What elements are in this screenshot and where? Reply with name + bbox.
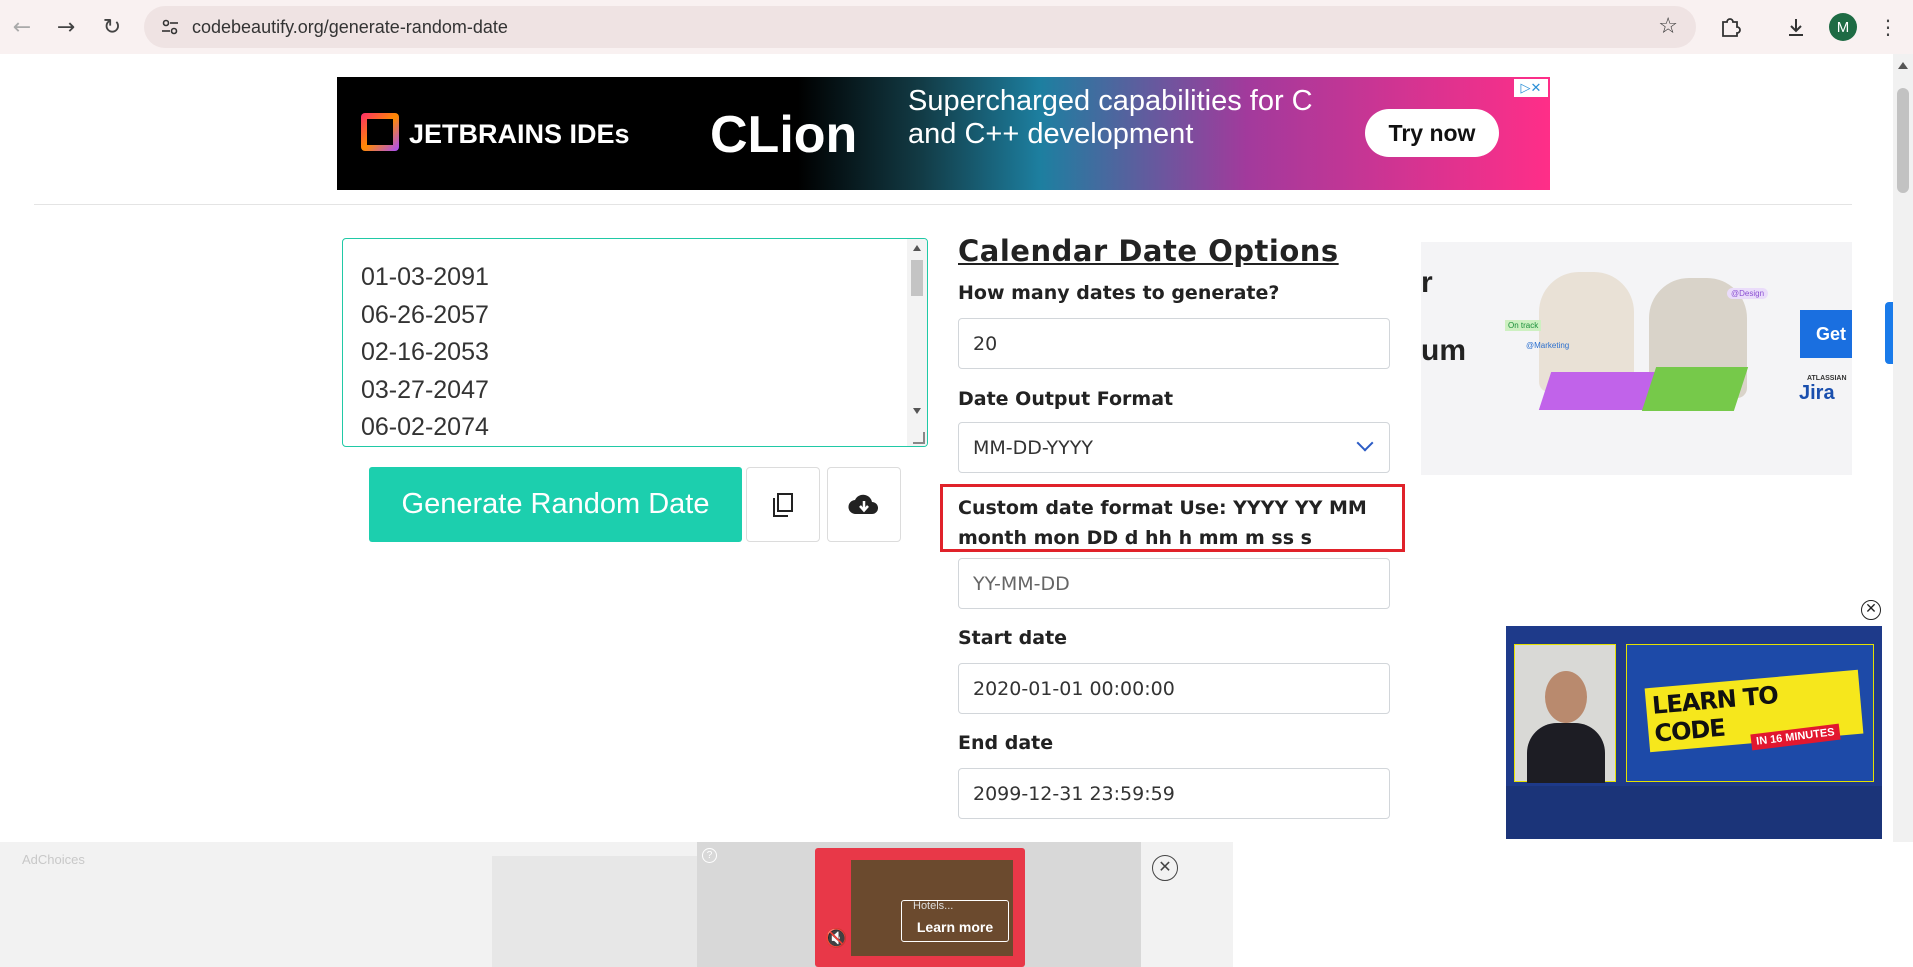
url-text[interactable]: codebeautify.org/generate-random-date xyxy=(192,17,508,38)
profile-avatar[interactable]: M xyxy=(1829,13,1857,41)
start-date-label: Start date xyxy=(958,627,1068,649)
end-date-input[interactable]: 2099-12-31 23:59:59 xyxy=(958,768,1390,819)
scrollbar-thumb[interactable] xyxy=(1897,88,1909,193)
ad-brand: JETBRAINS IDEs xyxy=(409,119,630,149)
jetbrains-logo-icon xyxy=(361,113,399,151)
side-ad-tag-3: @Design xyxy=(1727,288,1769,299)
output-textarea[interactable]: 01-03-2091 06-26-2057 02-16-2053 03-27-2047… xyxy=(342,238,928,447)
side-ad-tag-2: @Marketing xyxy=(1526,341,1570,350)
side-ad-tag: On track xyxy=(1505,320,1542,331)
generated-dates-list: 01-03-2091 06-26-2057 02-16-2053 03-27-2047… xyxy=(361,259,489,446)
back-icon[interactable]: ← xyxy=(6,11,38,43)
forward-icon[interactable]: → xyxy=(50,11,82,43)
copy-button[interactable] xyxy=(746,467,820,542)
bottom-ad-close-icon[interactable]: ✕ xyxy=(1152,855,1178,881)
jira-logo: Jira xyxy=(1799,382,1835,404)
extensions-icon[interactable] xyxy=(1714,11,1746,43)
page-scrollbar[interactable] xyxy=(1893,54,1913,967)
scroll-up-arrow-icon[interactable] xyxy=(1898,62,1908,69)
side-ad-text-fragment-2: um xyxy=(1421,334,1466,367)
generated-date-item: 01-03-2091 xyxy=(361,263,489,291)
learn-more-button[interactable]: Learn more xyxy=(901,900,1009,942)
ad-info-icon[interactable]: ? xyxy=(702,848,717,863)
textarea-scroll-thumb[interactable] xyxy=(911,260,923,296)
atlassian-label: ATLASSIAN xyxy=(1807,375,1847,382)
video-thumbnail: LEARN TO CODE IN 16 MINUTES xyxy=(1626,644,1874,782)
menu-kebab-icon[interactable]: ⋮ xyxy=(1872,11,1904,43)
format-label: Date Output Format xyxy=(958,388,1174,410)
count-input[interactable]: 20 xyxy=(958,318,1390,369)
custom-format-input[interactable]: YY-MM-DD xyxy=(958,558,1390,609)
options-title: Calendar Date Options xyxy=(958,234,1339,268)
video-ad-close-icon[interactable]: ✕ xyxy=(1861,600,1881,620)
format-select-value: MM-DD-YYYY xyxy=(973,436,1093,459)
bottom-ad-image xyxy=(492,856,697,967)
hotel-ad-card[interactable]: Hotels... Learn more 🔇 xyxy=(815,848,1025,967)
scroll-down-arrow-icon[interactable] xyxy=(913,408,921,414)
presenter-webcam-image xyxy=(1514,644,1616,783)
bottom-right-area xyxy=(1233,842,1913,967)
download-icon[interactable] xyxy=(1780,11,1812,43)
reload-icon[interactable]: ↻ xyxy=(96,11,128,43)
ad-product: CLion xyxy=(710,106,858,164)
ad-try-now-button[interactable]: Try now xyxy=(1365,109,1499,157)
adchoices-label[interactable]: AdChoices xyxy=(22,852,85,867)
generated-date-item: 06-02-2074 xyxy=(361,413,489,441)
side-ad-text-fragment: r xyxy=(1421,266,1433,299)
start-date-input[interactable]: 2020-01-01 00:00:00 xyxy=(958,663,1390,714)
video-background xyxy=(1506,786,1882,839)
custom-format-label: Custom date format Use: YYYY YY MM month… xyxy=(940,484,1405,552)
presenter-body xyxy=(1527,723,1605,783)
resize-handle-icon[interactable] xyxy=(913,432,925,444)
copy-icon xyxy=(773,492,793,517)
generated-date-item: 02-16-2053 xyxy=(361,338,489,366)
side-banner-ad[interactable]: r um On track @Marketing @Design Get ATL… xyxy=(1421,242,1852,475)
header-divider xyxy=(34,204,1852,205)
cloud-download-icon xyxy=(848,494,878,514)
address-bar[interactable]: codebeautify.org/generate-random-date ☆ xyxy=(144,6,1696,48)
mute-icon[interactable]: 🔇 xyxy=(825,928,847,949)
presenter-head xyxy=(1545,671,1587,723)
generate-random-date-button[interactable]: Generate Random Date xyxy=(369,467,742,542)
download-button[interactable] xyxy=(827,467,901,542)
textarea-scrollbar[interactable] xyxy=(907,239,927,446)
generated-date-item: 06-26-2057 xyxy=(361,300,489,329)
format-select[interactable]: MM-DD-YYYY xyxy=(958,422,1390,473)
scroll-up-arrow-icon[interactable] xyxy=(913,245,921,251)
generated-date-item: 03-27-2047 xyxy=(361,375,489,404)
browser-toolbar: ← → ↻ codebeautify.org/generate-random-d… xyxy=(0,0,1913,54)
ad-close-icon[interactable]: ▷✕ xyxy=(1514,79,1548,97)
top-banner-ad[interactable]: JETBRAINS IDEs CLion Supercharged capabi… xyxy=(337,77,1550,190)
count-label: How many dates to generate? xyxy=(958,282,1280,304)
site-settings-icon[interactable] xyxy=(158,15,182,39)
side-ad-shape-2 xyxy=(1641,367,1749,411)
feedback-tab[interactable] xyxy=(1885,302,1893,364)
bottom-anchor-ad[interactable]: AdChoices ? Hotels... Learn more 🔇 ✕ xyxy=(0,842,1913,967)
bookmark-star-icon[interactable]: ☆ xyxy=(1658,14,1678,39)
chevron-down-icon xyxy=(1356,434,1374,452)
side-ad-get-button[interactable]: Get xyxy=(1800,310,1852,358)
ad-tagline: Supercharged capabilities for C and C++ … xyxy=(908,85,1313,150)
end-date-label: End date xyxy=(958,732,1054,754)
video-ad[interactable]: LEARN TO CODE IN 16 MINUTES xyxy=(1506,626,1882,839)
